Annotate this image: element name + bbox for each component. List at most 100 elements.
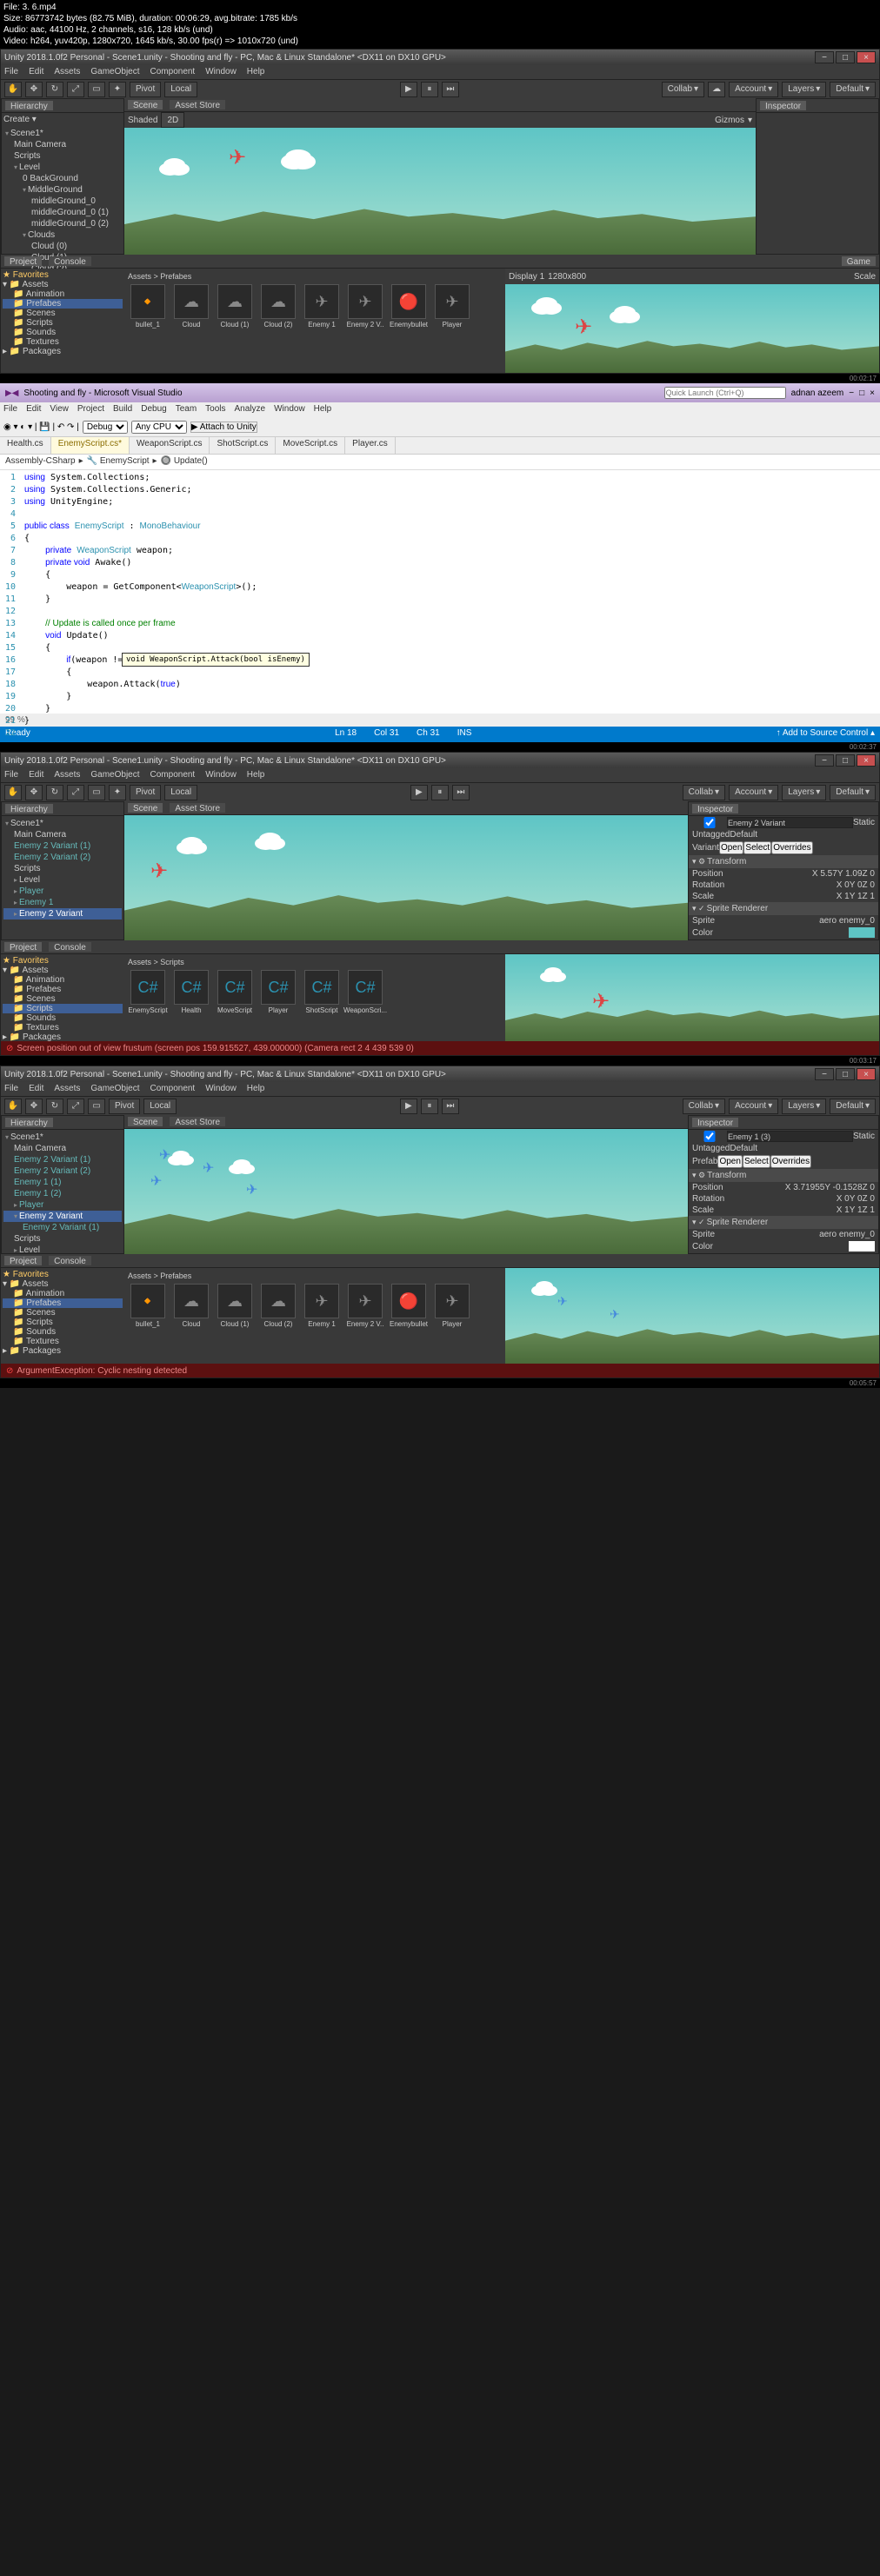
rect-tool[interactable]: ▭ xyxy=(88,82,105,97)
tree-item[interactable]: ▾Scene1* xyxy=(3,1132,122,1143)
tree-item[interactable]: Enemy 2 Variant (2) xyxy=(3,1165,122,1177)
script-item[interactable]: C#ShotScript xyxy=(302,970,342,1018)
minimize-button[interactable]: − xyxy=(815,51,834,63)
prefab-item[interactable]: ✈Player xyxy=(432,1284,472,1331)
vs-menu-project[interactable]: Project xyxy=(77,404,104,416)
error-bar[interactable]: ⊘ArgumentException: Cyclic nesting detec… xyxy=(1,1364,879,1378)
maximize-button[interactable]: □ xyxy=(836,1068,855,1080)
prefab-item[interactable]: ☁Cloud xyxy=(171,284,211,332)
console-tab[interactable]: Console xyxy=(49,942,91,952)
move-tool[interactable]: ✥ xyxy=(25,785,43,800)
tree-item[interactable]: ▸Level xyxy=(3,1245,122,1256)
folder-assets[interactable]: ▾ 📁 Assets xyxy=(3,280,123,289)
scene-tab[interactable]: Scene xyxy=(128,803,163,813)
layout-dropdown[interactable]: Default ▾ xyxy=(830,785,876,800)
collab-dropdown[interactable]: Collab ▾ xyxy=(662,82,704,97)
scale-tool[interactable]: ⤢ xyxy=(67,1099,84,1114)
vs-tab[interactable]: Health.cs xyxy=(0,437,51,454)
transform-header[interactable]: ▾ ⚙ Transform xyxy=(689,855,878,868)
script-item[interactable]: C#MoveScript xyxy=(215,970,255,1018)
transform-tool[interactable]: ✦ xyxy=(109,82,126,97)
name-field[interactable] xyxy=(727,1131,853,1142)
local-toggle[interactable]: Local xyxy=(164,785,197,800)
prefab-item[interactable]: 🔴Enemybullet xyxy=(389,1284,429,1331)
vs-menu-window[interactable]: Window xyxy=(274,404,305,416)
tree-item[interactable]: middleGround_0 xyxy=(3,196,122,207)
account-dropdown[interactable]: Account ▾ xyxy=(729,785,778,800)
sprite-renderer-header[interactable]: ▾ ✓ Sprite Renderer xyxy=(689,1216,878,1229)
hierarchy-tab[interactable]: Hierarchy xyxy=(5,101,53,110)
pause-button[interactable]: ⏸ xyxy=(421,1099,438,1114)
pivot-toggle[interactable]: Pivot xyxy=(130,785,161,800)
folder-item[interactable]: 📁 Scenes xyxy=(3,309,123,318)
assetstore-tab[interactable]: Asset Store xyxy=(170,803,225,813)
scene-view[interactable]: ✈ xyxy=(124,128,756,255)
open-button[interactable]: Open xyxy=(719,841,743,854)
tree-item-selected[interactable]: ▸Enemy 2 Variant xyxy=(3,908,122,920)
move-tool[interactable]: ✥ xyxy=(25,82,43,97)
scale-tool[interactable]: ⤢ xyxy=(67,82,84,97)
layers-dropdown[interactable]: Layers ▾ xyxy=(782,82,826,97)
breadcrumb-project[interactable]: Assembly-CSharp xyxy=(5,456,76,468)
vs-menu-debug[interactable]: Debug xyxy=(141,404,166,416)
create-dropdown[interactable]: Create xyxy=(3,115,30,124)
close-button[interactable]: × xyxy=(857,754,876,767)
account-dropdown[interactable]: Account ▾ xyxy=(729,82,778,97)
project-tab[interactable]: Project xyxy=(4,256,42,266)
pause-button[interactable]: ⏸ xyxy=(421,82,438,97)
vs-user[interactable]: adnan azeem xyxy=(791,388,844,398)
tree-item[interactable]: Cloud (0) xyxy=(3,241,122,252)
transform-header[interactable]: ▾ ⚙ Transform xyxy=(689,1169,878,1182)
active-checkbox[interactable] xyxy=(692,817,727,828)
minimize-button[interactable]: − xyxy=(849,388,854,398)
hand-tool[interactable]: ✋ xyxy=(4,82,22,97)
prefab-item[interactable]: 🔴Enemybullet xyxy=(389,284,429,332)
sprite-renderer-header[interactable]: ▾ ✓ Sprite Renderer xyxy=(689,902,878,915)
menu-edit[interactable]: Edit xyxy=(29,67,43,77)
vs-tab[interactable]: Player.cs xyxy=(345,437,396,454)
tree-item[interactable]: ▾MiddleGround xyxy=(3,184,122,196)
game-tab[interactable]: Game xyxy=(842,256,876,266)
vs-menu-team[interactable]: Team xyxy=(176,404,197,416)
close-button[interactable]: × xyxy=(870,388,875,398)
script-item[interactable]: C#EnemyScript xyxy=(128,970,168,1018)
menu-help[interactable]: Help xyxy=(247,770,265,780)
rotate-tool[interactable]: ↻ xyxy=(46,82,63,97)
vs-menu-tools[interactable]: Tools xyxy=(205,404,225,416)
folder-packages[interactable]: ▸ 📁 Packages xyxy=(3,347,123,356)
script-item[interactable]: C#WeaponScri... xyxy=(345,970,385,1018)
tree-item[interactable]: Main Camera xyxy=(3,139,122,150)
close-button[interactable]: × xyxy=(857,1068,876,1080)
prefab-item[interactable]: ☁Cloud (1) xyxy=(215,284,255,332)
maximize-button[interactable]: □ xyxy=(859,388,864,398)
folder-item[interactable]: 📁 Prefabes xyxy=(3,299,123,309)
vs-menu-analyze[interactable]: Analyze xyxy=(235,404,266,416)
rect-tool[interactable]: ▭ xyxy=(88,1099,105,1114)
prefab-item[interactable]: ☁Cloud (2) xyxy=(258,1284,298,1331)
tree-item[interactable]: ▸Player xyxy=(3,1199,122,1211)
assetstore-tab[interactable]: Asset Store xyxy=(170,100,225,110)
prefab-item[interactable]: ✈Enemy 1 xyxy=(302,1284,342,1331)
shaded-dropdown[interactable]: Shaded xyxy=(128,116,157,125)
prefab-item[interactable]: ✈Enemy 2 V.. xyxy=(345,1284,385,1331)
tree-item[interactable]: Enemy 2 Variant (1) xyxy=(3,840,122,852)
layout-dropdown[interactable]: Default ▾ xyxy=(830,82,876,97)
vs-tab[interactable]: ShotScript.cs xyxy=(210,437,276,454)
menu-gameobject[interactable]: GameObject xyxy=(90,770,139,780)
pivot-toggle[interactable]: Pivot xyxy=(130,82,161,97)
menu-window[interactable]: Window xyxy=(205,770,237,780)
vs-menu-help[interactable]: Help xyxy=(314,404,332,416)
play-button[interactable]: ▶ xyxy=(400,1099,417,1114)
rect-tool[interactable]: ▭ xyxy=(88,785,105,800)
menu-component[interactable]: Component xyxy=(150,770,196,780)
open-button[interactable]: Open xyxy=(717,1155,742,1168)
move-tool[interactable]: ✥ xyxy=(25,1099,43,1114)
tree-item[interactable]: ▾Clouds xyxy=(3,229,122,241)
tree-item-selected[interactable]: ▾Enemy 2 Variant xyxy=(3,1211,122,1222)
step-button[interactable]: ⏭ xyxy=(452,785,470,800)
select-button[interactable]: Select xyxy=(743,1155,770,1168)
breadcrumb-class[interactable]: 🔧 EnemyScript xyxy=(87,456,150,468)
prefab-item[interactable]: ✈Player xyxy=(432,284,472,332)
tree-item[interactable]: Enemy 1 (2) xyxy=(3,1188,122,1199)
tree-item[interactable]: Scripts xyxy=(3,1233,122,1245)
